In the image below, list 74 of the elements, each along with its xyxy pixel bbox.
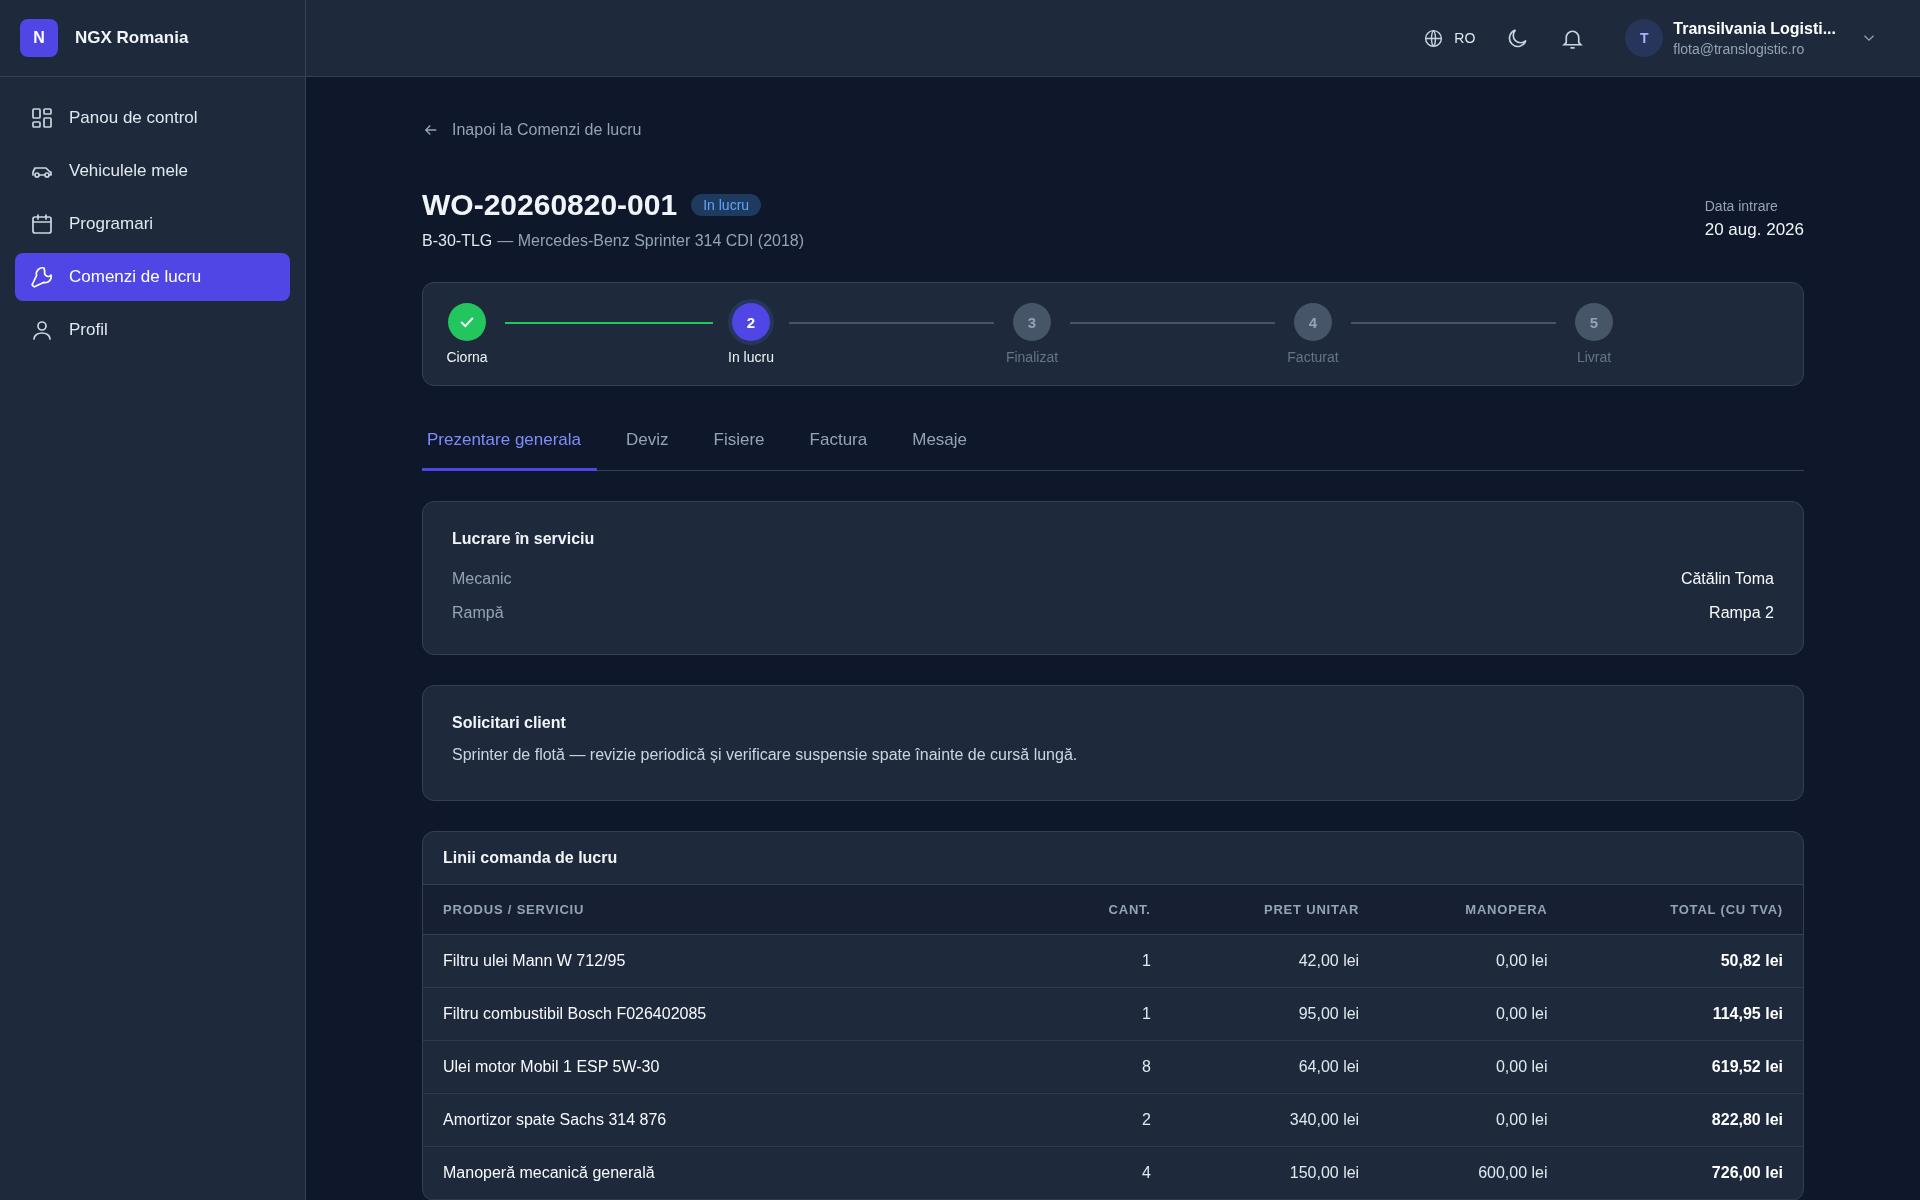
- tab[interactable]: Deviz: [621, 422, 685, 471]
- calendar-icon: [30, 212, 54, 236]
- table-cell: 0,00 lei: [1379, 1040, 1568, 1094]
- step-circle: 3: [1013, 303, 1051, 341]
- column-header: PRET UNITAR: [1170, 885, 1380, 935]
- field-label: Rampă: [452, 604, 504, 622]
- user-avatar: T: [1625, 19, 1664, 57]
- field-value: Cătălin Toma: [1680, 570, 1774, 588]
- table-cell: 114,95 lei: [1567, 987, 1803, 1041]
- table-cell: 0,00 lei: [1379, 1093, 1568, 1147]
- user-icon: [30, 318, 54, 342]
- table-cell: 0,00 lei: [1379, 934, 1568, 988]
- step-circle: 2: [732, 303, 770, 341]
- sidebar-item[interactable]: Panou de control: [15, 94, 290, 142]
- user-name: Transilvania Logisti...: [1673, 19, 1836, 38]
- brand-name: NGX Romania: [75, 28, 189, 48]
- table-cell: Manoperă mecanică generală: [423, 1146, 1044, 1200]
- language-switcher[interactable]: RO: [1423, 27, 1476, 49]
- table-cell: Filtru combustibil Bosch F026402085: [423, 987, 1044, 1041]
- date-value: 20 aug. 2026: [1704, 220, 1804, 240]
- table-cell: 619,52 lei: [1567, 1040, 1803, 1094]
- card-title: Solicitari client: [452, 714, 567, 732]
- back-link[interactable]: Inapoi la Comenzi de lucru: [422, 121, 642, 139]
- column-header: CANT.: [1044, 885, 1171, 935]
- language-code: RO: [1454, 30, 1476, 46]
- table-cell: Ulei motor Mobil 1 ESP 5W-30: [423, 1040, 1044, 1094]
- table-cell: 42,00 lei: [1170, 934, 1380, 988]
- globe-icon: [1423, 27, 1445, 49]
- column-header: TOTAL (CU TVA): [1567, 885, 1803, 935]
- table-cell: 340,00 lei: [1170, 1093, 1380, 1147]
- table-cell: 64,00 lei: [1170, 1040, 1380, 1094]
- table-cell: 4: [1044, 1146, 1171, 1200]
- table-cell: 150,00 lei: [1170, 1146, 1380, 1200]
- work-order-title: WO-20260820-001: [422, 188, 678, 222]
- table-cell: 600,00 lei: [1379, 1146, 1568, 1200]
- sidebar-item[interactable]: Comenzi de lucru: [15, 253, 290, 301]
- step-label: Finalizat: [1005, 349, 1059, 365]
- tab[interactable]: Prezentare generala: [422, 422, 598, 471]
- step-circle: 5: [1575, 303, 1613, 341]
- date-label: Data intrare: [1704, 198, 1779, 214]
- step-label: Livrat: [1576, 349, 1612, 365]
- field-label: Mecanic: [452, 570, 512, 588]
- vehicle-name: — Mercedes-Benz Sprinter 314 CDI (2018): [497, 232, 805, 249]
- step-label: In lucru: [728, 349, 774, 365]
- column-header: PRODUS / SERVICIU: [423, 885, 1044, 935]
- table-cell: Filtru ulei Mann W 712/95: [423, 934, 1044, 988]
- request-text: Sprinter de flotă — revizie periodică și verificare suspensie spate înainte de cursă lungă.: [452, 746, 1079, 764]
- column-header: MANOPERA: [1379, 885, 1568, 935]
- table-cell: 50,82 lei: [1567, 934, 1803, 988]
- sidebar-item[interactable]: Vehiculele mele: [15, 147, 290, 195]
- table-cell: Amortizor spate Sachs 314 876: [423, 1093, 1044, 1147]
- tab[interactable]: Mesaje: [907, 422, 984, 471]
- table-cell: 726,00 lei: [1567, 1146, 1803, 1200]
- step-label: Facturat: [1287, 349, 1339, 365]
- sidebar-item[interactable]: Profil: [15, 306, 290, 354]
- step-circle: 4: [1294, 303, 1332, 341]
- table-cell: 8: [1044, 1040, 1171, 1094]
- sidebar-item[interactable]: Programari: [15, 200, 290, 248]
- table-cell: 1: [1044, 934, 1171, 988]
- tab[interactable]: Fisiere: [708, 422, 781, 471]
- table-cell: 0,00 lei: [1379, 987, 1568, 1041]
- table-cell: 1: [1044, 987, 1171, 1041]
- user-email: flota@translogistic.ro: [1673, 40, 1806, 57]
- tab[interactable]: Factura: [804, 422, 884, 471]
- plate-number: B-30-TLG: [422, 232, 493, 249]
- table-cell: 2: [1044, 1093, 1171, 1147]
- grid-icon: [30, 106, 54, 130]
- table-cell: 822,80 lei: [1567, 1093, 1803, 1147]
- step-label: Ciorna: [446, 349, 488, 365]
- card-title: Lucrare în serviciu: [452, 530, 596, 548]
- brand-logo: N: [20, 19, 58, 57]
- status-badge: In lucru: [691, 194, 762, 216]
- table-cell: 95,00 lei: [1170, 987, 1380, 1041]
- field-value: Rampa 2: [1709, 604, 1774, 622]
